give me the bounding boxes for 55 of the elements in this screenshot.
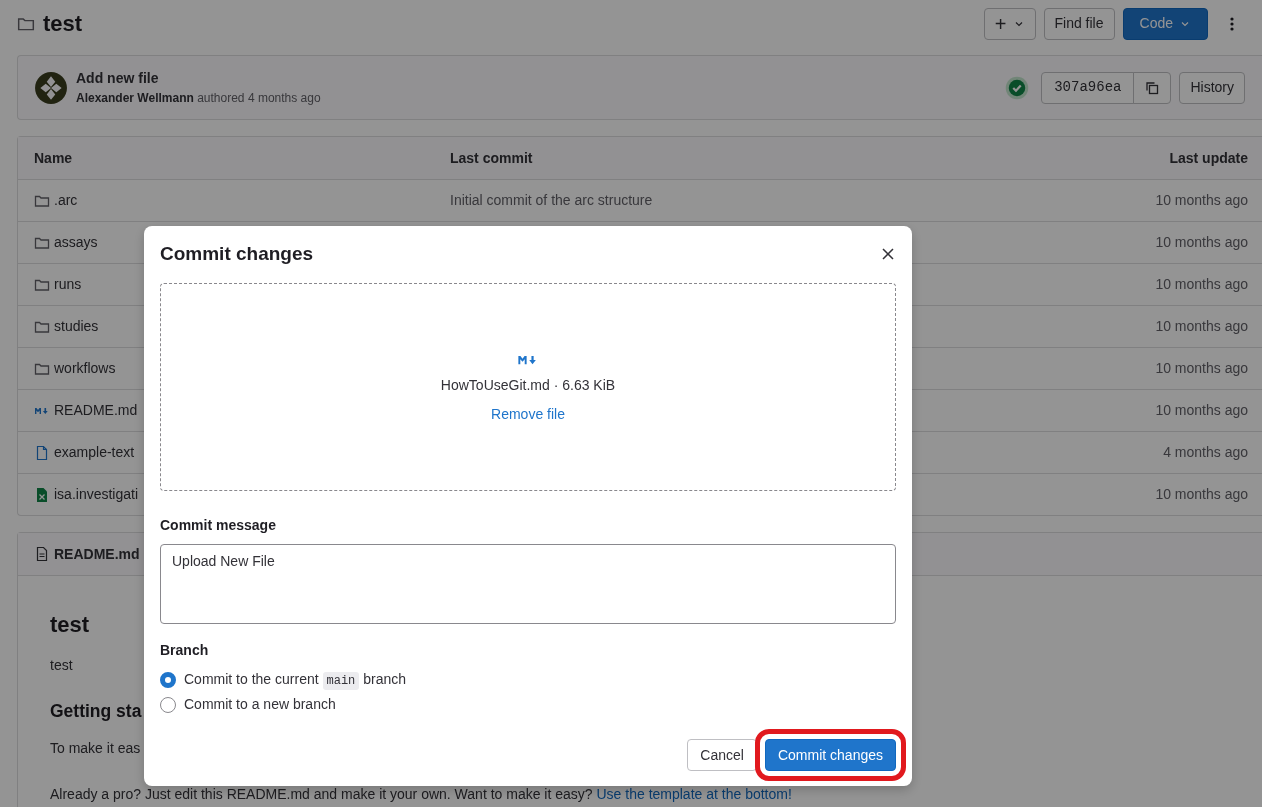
avatar <box>34 70 68 105</box>
readme-heading: test <box>50 611 90 639</box>
file-name-link[interactable]: workflows <box>54 358 116 379</box>
close-icon[interactable] <box>880 246 896 262</box>
document-icon <box>34 546 50 562</box>
commit-meta: authored 4 months ago <box>197 91 321 105</box>
last-update-time: 10 months ago <box>1155 401 1248 420</box>
commit-sha-button[interactable]: 307a96ea <box>1041 71 1135 104</box>
commit-message-field[interactable]: Upload New File <box>160 544 896 624</box>
dialog-title: Commit changes <box>160 241 314 266</box>
radio-label[interactable]: Commit to the current main branch <box>184 669 406 690</box>
file-name-link[interactable]: .arc <box>54 190 78 211</box>
readme-paragraph: To make it eas <box>50 739 141 759</box>
remove-file-link[interactable]: Remove file <box>491 404 565 425</box>
uploaded-file-name: HowToUseGit.md · 6.63 KiB <box>440 376 616 395</box>
last-update-time: 4 months ago <box>1163 443 1248 462</box>
cancel-button[interactable]: Cancel <box>687 739 757 771</box>
last-update-time: 10 months ago <box>1155 485 1248 504</box>
copy-icon <box>1144 79 1161 96</box>
file-name-link[interactable]: example-text <box>54 442 135 463</box>
last-update-time: 10 months ago <box>1155 233 1248 252</box>
commit-author[interactable]: Alexander Wellmann <box>76 91 194 105</box>
column-header: Last update <box>1169 148 1248 168</box>
last-update-time: 10 months ago <box>1155 275 1248 294</box>
code-dropdown-button[interactable]: Code <box>1122 7 1208 40</box>
readme-paragraph: test <box>50 656 73 675</box>
template-link[interactable]: Use the template at the bottom! <box>596 786 792 803</box>
commit-message-link[interactable]: Initial commit of the arc structure <box>450 192 653 208</box>
file-name-link[interactable]: README.md <box>54 400 138 421</box>
last-update-time: 10 months ago <box>1155 191 1248 210</box>
commit-title[interactable]: Add new file <box>76 68 321 89</box>
file-name-link[interactable]: assays <box>54 232 98 253</box>
radio-label[interactable]: Commit to a new branch <box>184 694 336 715</box>
readme-filename: README.md <box>54 544 140 564</box>
copy-button[interactable] <box>1133 71 1172 104</box>
field-label: Commit message <box>160 516 277 535</box>
file-name-link[interactable]: runs <box>54 274 82 295</box>
file-name-link[interactable]: studies <box>54 316 99 337</box>
project-title: test <box>43 10 83 38</box>
add-dropdown-button[interactable]: + <box>983 7 1036 40</box>
find-file-button[interactable]: Find file <box>1043 7 1115 40</box>
last-update-time: 10 months ago <box>1155 359 1248 378</box>
column-header: Last commit <box>450 148 534 168</box>
spreadsheet-icon <box>34 486 50 503</box>
column-header: Name <box>34 148 74 168</box>
upload-dropzone[interactable]: HowToUseGit.md · 6.63 KiB Remove file <box>160 283 896 491</box>
radio-button[interactable] <box>160 696 176 713</box>
check-circle-icon[interactable] <box>1005 75 1030 100</box>
history-button[interactable]: History <box>1179 71 1245 104</box>
field-label: Branch <box>160 641 210 660</box>
file-name-link[interactable]: isa.investigati <box>54 484 139 505</box>
readme-heading: Getting sta <box>50 700 142 723</box>
last-update-time: 10 months ago <box>1155 317 1248 336</box>
file-icon <box>34 444 50 461</box>
radio-button[interactable] <box>160 671 176 688</box>
